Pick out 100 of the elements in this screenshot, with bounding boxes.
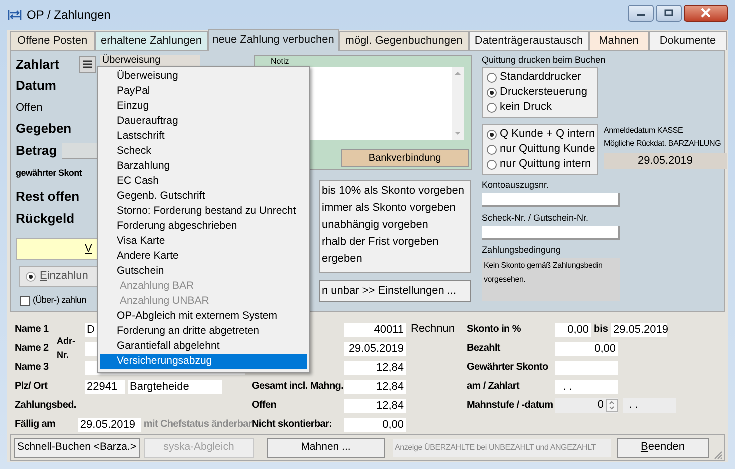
- field-label: Zahlart: [16, 56, 60, 72]
- input-field[interactable]: . .: [623, 398, 676, 413]
- input-field[interactable]: 0,00: [555, 342, 618, 356]
- spinner-arrows-icon[interactable]: [606, 399, 618, 412]
- field-label: Fällig am: [15, 418, 57, 432]
- menu-item[interactable]: Forderung abgeschrieben: [100, 219, 307, 234]
- tab[interactable]: erhaltene Zahlungen: [95, 31, 208, 50]
- input-field[interactable]: [482, 193, 620, 207]
- combo-field[interactable]: Überweisung: [100, 55, 200, 66]
- input-field[interactable]: 0,00: [555, 322, 591, 336]
- close-dialog-button[interactable]: Beenden: [617, 438, 709, 458]
- field-label: gewährter Skont: [16, 167, 82, 180]
- input-field[interactable]: 29.05.2019: [344, 342, 406, 356]
- window-title: OP / Zahlungen: [27, 7, 111, 24]
- hint-text: mit Chefstatus änderbar: [144, 418, 252, 432]
- radio-label: Einzahlun: [40, 269, 88, 284]
- menu-item[interactable]: Barzahlung: [100, 159, 307, 174]
- input-field[interactable]: 29.05.2019: [78, 418, 141, 432]
- radio-label: Standarddrucker: [500, 70, 582, 86]
- field-label: bis: [594, 323, 608, 337]
- close-button[interactable]: [684, 4, 728, 22]
- menu-item[interactable]: Lastschrift: [100, 129, 307, 144]
- radio-button[interactable]: [487, 102, 497, 112]
- input-field[interactable]: 22941: [85, 380, 125, 394]
- field-label: Adr-Nr.: [57, 335, 76, 362]
- input-field[interactable]: 12,84: [344, 360, 406, 374]
- resize-grip-icon[interactable]: [713, 450, 723, 460]
- note-label: Notiz: [271, 57, 290, 67]
- option-label: rhalb der Frist vorgeben: [322, 235, 440, 250]
- maximize-button[interactable]: [656, 4, 682, 22]
- tab[interactable]: neue Zahlung verbuchen: [208, 29, 339, 51]
- field-label: Gesamt incl. Mahng.: [252, 380, 344, 394]
- menu-button[interactable]: [79, 56, 96, 73]
- input-field[interactable]: . .: [555, 380, 618, 394]
- radio-label: Druckersteuerung: [500, 85, 588, 100]
- minimize-button[interactable]: [628, 4, 654, 22]
- field-label: Betrag: [16, 142, 58, 160]
- menu-item[interactable]: Forderung an dritte abgetreten: [100, 324, 307, 339]
- menu-item[interactable]: Gegenb. Gutschrift: [100, 189, 307, 204]
- maximize-icon: [664, 9, 674, 17]
- input-field[interactable]: 12,84: [344, 398, 406, 412]
- field-label: Zahlungsbed.: [15, 399, 78, 413]
- radio-button[interactable]: [487, 88, 497, 98]
- radio-button[interactable]: [487, 144, 497, 154]
- input-field[interactable]: Bargteheide: [128, 380, 222, 394]
- option-label: ergeben: [322, 252, 364, 267]
- radio-button[interactable]: [487, 130, 497, 140]
- input-field[interactable]: [482, 226, 620, 240]
- field-label: Scheck-Nr. / Gutschein-Nr.: [482, 213, 590, 224]
- info-text: Anzeige ÜBERZAHLTE bei UNBEZAHLT und ANGEZAHLT: [393, 438, 611, 456]
- menu-item[interactable]: Storno: Forderung bestand zu Unrecht: [100, 204, 307, 219]
- field-label: Offen: [252, 399, 278, 413]
- tab[interactable]: Datenträgeraustausch: [469, 31, 589, 50]
- field-label: Rückgeld: [16, 210, 75, 228]
- menu-item[interactable]: Einzug: [100, 99, 307, 114]
- menu-item[interactable]: PayPal: [100, 84, 307, 99]
- radio-button[interactable]: [26, 272, 36, 282]
- input-field[interactable]: 29.05.2019: [611, 322, 668, 336]
- field-label: Rechnun: [411, 322, 456, 338]
- field-label: Gewährter Skonto: [467, 361, 550, 375]
- menu-item[interactable]: Überweisung: [100, 69, 307, 84]
- field-label: Name 1: [15, 323, 50, 337]
- field-label: Datum: [16, 77, 56, 96]
- field-label: Plz/ Ort: [15, 380, 49, 394]
- input-field[interactable]: 12,84: [344, 380, 406, 394]
- action-button[interactable]: Schnell-Buchen <Barza.>: [14, 438, 140, 458]
- tab[interactable]: mögl. Gegenbuchungen: [339, 31, 469, 50]
- option-label: unabhängig vorgeben: [322, 218, 430, 233]
- input-field[interactable]: 40011: [344, 322, 406, 336]
- info-text: vorgesehen.: [484, 274, 527, 286]
- field-label: Gegeben: [16, 120, 72, 138]
- menu-item[interactable]: Garantiefall abgelehnt: [100, 339, 307, 354]
- menu-item[interactable]: Gutschein: [100, 264, 307, 279]
- radio-button[interactable]: [487, 72, 497, 82]
- spin-field[interactable]: 0: [555, 398, 618, 413]
- menu-item[interactable]: Visa Karte: [100, 234, 307, 249]
- field-label: Nicht skontierbar:: [252, 418, 334, 432]
- field-label: Rest offen: [16, 188, 80, 206]
- menu-item[interactable]: EC Cash: [100, 174, 307, 189]
- close-icon: [700, 8, 712, 18]
- tab[interactable]: Mahnen: [589, 31, 649, 50]
- field-label: Offen: [16, 100, 43, 116]
- checkbox[interactable]: [20, 296, 30, 306]
- menu-item[interactable]: Andere Karte: [100, 249, 307, 264]
- menu-item[interactable]: Versicherungsabzug: [100, 354, 307, 369]
- input-field[interactable]: [555, 360, 618, 374]
- action-button[interactable]: Mahnen ...: [267, 438, 385, 458]
- option-label: bis 10% als Skonto vorgeben: [322, 184, 466, 199]
- input-field[interactable]: 0,00: [344, 418, 406, 432]
- radio-label: nur Quittung intern: [500, 157, 592, 172]
- menu-item[interactable]: Scheck: [100, 144, 307, 159]
- menu-item[interactable]: OP-Abgleich mit externem System: [100, 309, 307, 324]
- date-display: 29.05.2019: [604, 153, 727, 169]
- tab[interactable]: Offene Posten: [10, 31, 95, 50]
- radio-label: Q Kunde + Q intern: [500, 127, 596, 142]
- tab[interactable]: Dokumente: [649, 31, 727, 50]
- menu-item[interactable]: Dauerauftrag: [100, 114, 307, 129]
- settings-button[interactable]: n unbar >> Einstellungen ...: [319, 280, 471, 302]
- radio-button[interactable]: [487, 160, 497, 170]
- tab[interactable]: Bankverbindung: [341, 149, 469, 167]
